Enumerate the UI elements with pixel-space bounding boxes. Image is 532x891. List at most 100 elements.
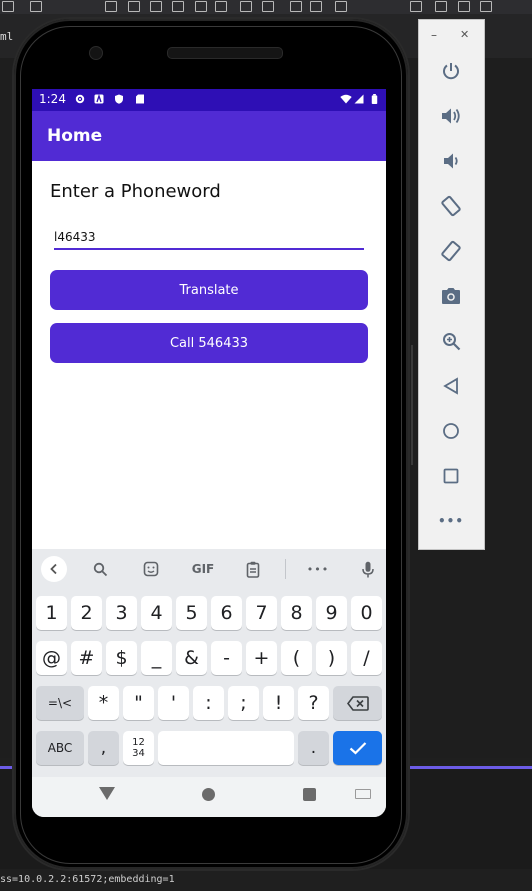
toolbar-icon[interactable]	[310, 1, 322, 12]
period-key[interactable]: .	[298, 731, 329, 765]
key-6[interactable]: 6	[211, 596, 242, 630]
sd-card-icon	[136, 94, 144, 104]
chevron-left-icon[interactable]	[41, 556, 67, 582]
notification-a-icon	[94, 94, 104, 104]
key-underscore[interactable]: _	[141, 641, 172, 675]
key-single-quote[interactable]: '	[158, 686, 189, 720]
overview-icon[interactable]	[437, 462, 465, 490]
key-3[interactable]: 3	[106, 596, 137, 630]
checkmark-icon	[349, 742, 366, 755]
page-title: Home	[47, 126, 103, 146]
key-exclamation[interactable]: !	[263, 686, 294, 720]
ide-scrollbar[interactable]	[411, 345, 413, 465]
abc-key[interactable]: ABC	[36, 731, 84, 765]
rotate-right-icon[interactable]	[437, 237, 465, 265]
toolbar-icon[interactable]	[335, 1, 347, 12]
toolbar-icon[interactable]	[215, 1, 227, 12]
volume-up-icon[interactable]	[437, 102, 465, 130]
key-dollar[interactable]: $	[106, 641, 137, 675]
toolbar-icon[interactable]	[410, 1, 422, 12]
zoom-icon[interactable]	[437, 327, 465, 355]
toolbar-icon[interactable]	[480, 1, 492, 12]
cell-signal-icon	[354, 94, 364, 104]
key-minus[interactable]: -	[211, 641, 242, 675]
settings-icon	[75, 94, 85, 104]
emulator-toolbar: – ✕ •••	[418, 19, 485, 550]
enter-key[interactable]	[333, 731, 382, 765]
key-8[interactable]: 8	[281, 596, 312, 630]
rotate-left-icon[interactable]	[437, 192, 465, 220]
toolbar-icon[interactable]	[195, 1, 207, 12]
more-icon[interactable]: •••	[437, 507, 465, 535]
key-question[interactable]: ?	[298, 686, 329, 720]
ide-tab-label[interactable]: ml	[0, 30, 13, 43]
key-hash[interactable]: #	[71, 641, 102, 675]
spacebar-key[interactable]	[158, 731, 294, 765]
toolbar-icon[interactable]	[2, 1, 14, 12]
gif-icon[interactable]: GIF	[188, 556, 218, 582]
key-5[interactable]: 5	[176, 596, 207, 630]
toolbar-icon[interactable]	[30, 1, 42, 12]
minimize-button[interactable]: –	[431, 28, 437, 42]
battery-icon	[371, 94, 378, 104]
toolbar-icon[interactable]	[105, 1, 117, 12]
key-at[interactable]: @	[36, 641, 67, 675]
earpiece-speaker	[167, 47, 283, 59]
toolbar-icon[interactable]	[435, 1, 447, 12]
backspace-key[interactable]	[333, 686, 382, 720]
microphone-icon[interactable]	[355, 556, 381, 582]
more-options-icon[interactable]: •••	[303, 556, 333, 582]
front-camera	[89, 46, 103, 60]
close-button[interactable]: ✕	[460, 28, 469, 41]
home-icon[interactable]	[437, 417, 465, 445]
toolbar-icon[interactable]	[262, 1, 274, 12]
clipboard-icon[interactable]	[240, 556, 266, 582]
search-icon[interactable]	[87, 556, 113, 582]
camera-icon[interactable]	[437, 282, 465, 310]
keyboard-switch-icon[interactable]	[355, 789, 371, 799]
toolbar-icon[interactable]	[290, 1, 302, 12]
call-button[interactable]: Call 546433	[50, 323, 368, 363]
key-4[interactable]: 4	[141, 596, 172, 630]
nav-back-icon[interactable]	[99, 787, 115, 800]
key-asterisk[interactable]: *	[88, 686, 119, 720]
nav-home-icon[interactable]	[202, 788, 215, 801]
key-open-paren[interactable]: (	[281, 641, 312, 675]
key-ampersand[interactable]: &	[176, 641, 207, 675]
shield-icon	[115, 94, 123, 104]
toolbar-icon[interactable]	[240, 1, 252, 12]
key-1[interactable]: 1	[36, 596, 67, 630]
key-double-quote[interactable]: "	[123, 686, 154, 720]
key-close-paren[interactable]: )	[316, 641, 347, 675]
symbols-shift-key[interactable]: =\<	[36, 686, 84, 720]
key-semicolon[interactable]: ;	[228, 686, 259, 720]
numpad-key[interactable]: 12 34	[123, 731, 154, 765]
app-bar: Home	[32, 111, 386, 161]
phoneword-heading: Enter a Phoneword	[50, 181, 221, 202]
comma-key[interactable]: ,	[88, 731, 119, 765]
key-plus[interactable]: +	[246, 641, 277, 675]
key-colon[interactable]: :	[193, 686, 224, 720]
back-icon[interactable]	[437, 372, 465, 400]
translate-button[interactable]: Translate	[50, 270, 368, 310]
key-2[interactable]: 2	[71, 596, 102, 630]
key-7[interactable]: 7	[246, 596, 277, 630]
volume-down-icon[interactable]	[437, 147, 465, 175]
soft-keyboard: GIF ••• 1 2 3 4 5 6 7 8 9 0 @ # $ _ & - …	[32, 549, 386, 777]
phoneword-input[interactable]	[54, 226, 364, 250]
key-slash[interactable]: /	[351, 641, 382, 675]
nav-overview-icon[interactable]	[303, 788, 316, 801]
key-9[interactable]: 9	[316, 596, 347, 630]
toolbar-icon[interactable]	[458, 1, 470, 12]
toolbar-icon[interactable]	[128, 1, 140, 12]
toolbar-icon[interactable]	[150, 1, 162, 12]
wifi-icon	[340, 94, 352, 104]
toolbar-icon[interactable]	[172, 1, 184, 12]
phone-screen: 1:24 Home Enter a Phoneword Translate Ca…	[32, 89, 386, 817]
sticker-icon[interactable]	[138, 556, 164, 582]
backspace-icon	[346, 695, 369, 711]
toolbar-divider	[285, 559, 286, 579]
power-icon[interactable]	[437, 57, 465, 85]
key-0[interactable]: 0	[351, 596, 382, 630]
status-time: 1:24	[39, 92, 66, 106]
